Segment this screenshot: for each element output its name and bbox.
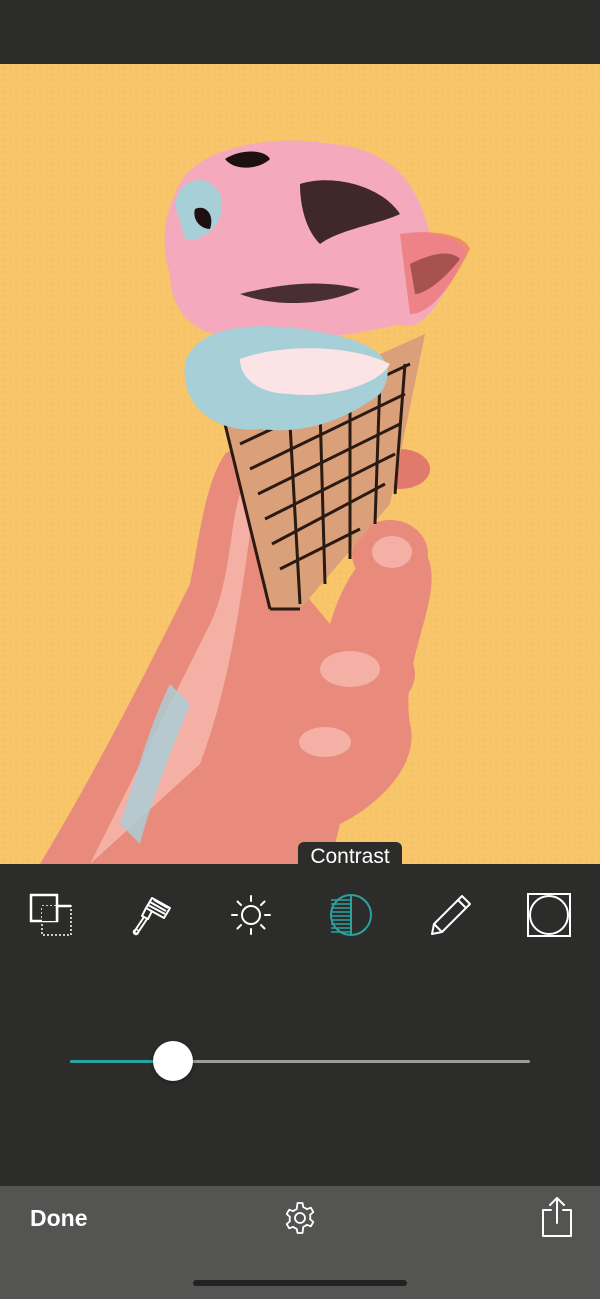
done-button[interactable]: Done <box>30 1203 88 1233</box>
edges-tool-button[interactable] <box>426 890 476 940</box>
bottom-bar: Done <box>0 1186 600 1299</box>
pencil-icon <box>428 892 474 938</box>
vignette-frame-icon <box>526 892 572 938</box>
contrast-slider[interactable] <box>70 1040 530 1084</box>
share-icon <box>540 1197 574 1242</box>
share-button[interactable] <box>540 1196 574 1238</box>
brightness-sun-icon <box>228 892 274 938</box>
gear-icon <box>282 1202 318 1240</box>
edited-photo <box>0 64 600 864</box>
crop-layers-icon <box>28 892 74 938</box>
frame-tool-button[interactable] <box>524 890 574 940</box>
contrast-icon <box>328 892 374 938</box>
home-indicator <box>193 1280 407 1286</box>
settings-button[interactable] <box>282 1200 318 1236</box>
crop-tool-button[interactable] <box>26 890 76 940</box>
adjustment-panel <box>0 864 600 1186</box>
brush-tool-button[interactable] <box>126 890 176 940</box>
brightness-tool-button[interactable] <box>226 890 276 940</box>
top-bar <box>0 0 600 64</box>
paint-brush-icon <box>128 892 174 938</box>
slider-thumb[interactable] <box>153 1041 193 1081</box>
contrast-tool-button[interactable] <box>326 890 376 940</box>
